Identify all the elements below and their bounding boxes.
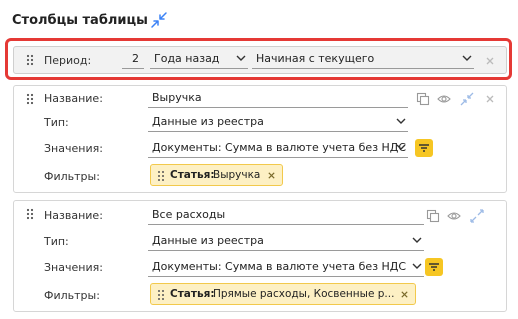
filter-chip[interactable]: Статья: Прямые расходы, Косвенные р... [150,283,416,305]
period-row: Период: 2 Года назад Начиная с текущего [13,46,507,74]
drag-handle-icon[interactable] [26,208,34,220]
chevron-down-icon [396,118,406,124]
close-icon[interactable] [267,171,276,180]
filter-icon [419,144,429,152]
filters-label: Фильтры: [44,289,100,302]
eye-icon[interactable] [447,209,461,223]
chevron-down-icon [396,144,406,150]
values-label: Значения: [44,142,103,155]
name-input[interactable]: Все расходы [148,206,424,225]
drag-handle-icon[interactable] [26,93,34,105]
name-input[interactable]: Выручка [148,89,408,108]
period-count-input[interactable]: 2 [122,50,144,69]
name-label: Название: [44,92,103,105]
drag-handle-icon [158,290,164,300]
copy-icon[interactable] [426,209,440,223]
drag-handle-icon[interactable] [26,54,34,66]
name-label: Название: [44,209,103,222]
type-select[interactable]: Данные из реестра [148,232,424,251]
column-card: Название: Все расходы Тип: Данные из рее… [13,200,507,312]
filters-label: Фильтры: [44,170,100,183]
values-select[interactable]: Документы: Сумма в валюте учета без НДС [148,258,424,277]
period-start-select[interactable]: Начиная с текущего [252,50,474,69]
close-icon[interactable] [485,94,495,104]
filter-chip[interactable]: Статья: Выручка [150,164,283,186]
drag-handle-icon [158,171,164,181]
period-unit-select[interactable]: Года назад [150,50,248,69]
type-label: Тип: [44,116,69,129]
filter-icon [429,263,439,271]
expand-icon[interactable] [470,209,484,223]
close-icon[interactable] [485,56,495,66]
chevron-down-icon [412,263,422,269]
chevron-down-icon [236,55,246,61]
filter-chip-key: Статья: [170,288,215,300]
eye-icon[interactable] [437,92,451,106]
chevron-down-icon [412,237,422,243]
filter-button[interactable] [425,258,443,276]
type-select[interactable]: Данные из реестра [148,113,408,132]
filter-chip-value: Прямые расходы, Косвенные р... [213,288,395,300]
close-icon[interactable] [400,290,409,299]
filter-button[interactable] [415,139,433,157]
period-label: Период: [44,54,92,67]
values-label: Значения: [44,261,103,274]
collapse-icon[interactable] [460,92,474,106]
page-title: Столбцы таблицы [12,13,148,28]
type-label: Тип: [44,235,69,248]
filter-chip-value: Выручка [213,169,261,181]
column-card: Название: Выручка Тип: Данные из реестра… [13,85,507,193]
collapse-icon[interactable] [150,11,168,29]
chevron-down-icon [462,55,472,61]
copy-icon[interactable] [416,92,430,106]
filter-chip-key: Статья: [170,169,215,181]
values-select[interactable]: Документы: Сумма в валюте учета без НДС [148,139,408,158]
